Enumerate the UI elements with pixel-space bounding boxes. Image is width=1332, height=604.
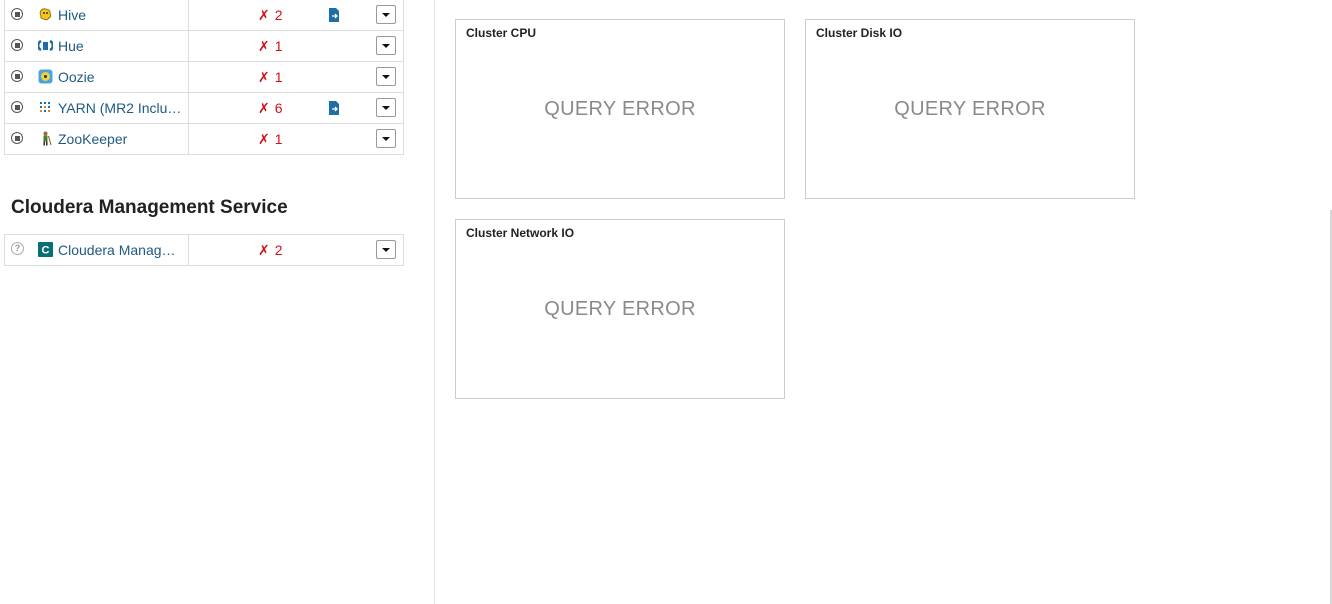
health-bad-icon: ✗ (258, 131, 270, 147)
health-bad-icon: ✗ (258, 7, 270, 23)
health-bad-icon: ✗ (258, 69, 270, 85)
table-row: Oozie ✗ 1 (5, 62, 403, 93)
hive-icon (38, 7, 53, 22)
chart-cluster-disk-io[interactable]: Cluster Disk IO QUERY ERROR (805, 19, 1135, 199)
stopped-status-icon (11, 39, 23, 51)
health-bad-icon: ✗ (258, 242, 270, 258)
table-row: Hive ✗ 2 (5, 0, 403, 31)
chart-title: Cluster Network IO (466, 226, 575, 240)
hue-icon (36, 38, 55, 53)
health-issues-zookeeper[interactable]: ✗ 1 (258, 131, 283, 148)
chart-title: Cluster CPU (466, 26, 537, 40)
service-actions-dropdown[interactable] (376, 36, 396, 55)
service-actions-dropdown[interactable] (376, 67, 396, 86)
table-row: YARN (MR2 Inclu… ✗ 6 (5, 93, 403, 124)
service-actions-dropdown[interactable] (376, 98, 396, 117)
oozie-icon (38, 69, 53, 84)
service-link-cloudera-management[interactable]: Cloudera Manag… (58, 242, 183, 259)
health-issues-hive[interactable]: ✗ 2 (258, 7, 283, 24)
yarn-icon (38, 100, 53, 115)
service-name-cell: Hue (5, 31, 189, 61)
config-alert-icon[interactable] (328, 101, 340, 115)
stopped-status-icon (11, 70, 23, 82)
management-services-table: ? C Cloudera Manag… ✗ 2 (4, 234, 404, 266)
cloudera-c-icon: C (38, 242, 53, 257)
service-name-cell: Hive (5, 0, 189, 30)
service-name-cell: ? C Cloudera Manag… (5, 235, 189, 265)
service-actions-dropdown[interactable] (376, 5, 396, 24)
health-issues-cloudera-management[interactable]: ✗ 2 (258, 242, 283, 259)
config-alert-icon[interactable] (328, 8, 340, 22)
health-issues-hue[interactable]: ✗ 1 (258, 38, 283, 55)
health-bad-icon: ✗ (258, 100, 270, 116)
zookeeper-icon (38, 131, 53, 146)
chart-title: Cluster Disk IO (816, 26, 903, 40)
services-table: Hive ✗ 2 Hue ✗ 1 Oozie ✗ 1 YARN (MR2 Inc… (4, 0, 404, 155)
stopped-status-icon (11, 101, 23, 113)
service-link-oozie[interactable]: Oozie (58, 69, 183, 86)
health-issues-yarn[interactable]: ✗ 6 (258, 100, 283, 117)
section-title: Cloudera Management Service (11, 197, 288, 218)
health-issues-oozie[interactable]: ✗ 1 (258, 69, 283, 86)
service-actions-dropdown[interactable] (376, 129, 396, 148)
table-row: ? C Cloudera Manag… ✗ 2 (5, 235, 403, 265)
service-name-cell: ZooKeeper (5, 124, 189, 154)
service-actions-dropdown[interactable] (376, 240, 396, 259)
chart-cluster-cpu[interactable]: Cluster CPU QUERY ERROR (455, 19, 785, 199)
stopped-status-icon (11, 132, 23, 144)
unknown-status-icon: ? (11, 242, 24, 255)
pane-divider (434, 0, 435, 604)
services-pane: Hive ✗ 2 Hue ✗ 1 Oozie ✗ 1 YARN (MR2 Inc… (0, 0, 434, 604)
service-link-yarn[interactable]: YARN (MR2 Inclu… (58, 100, 183, 117)
chart-error-message: QUERY ERROR (544, 298, 696, 320)
stopped-status-icon (11, 8, 23, 20)
service-link-zookeeper[interactable]: ZooKeeper (58, 131, 183, 148)
service-name-cell: YARN (MR2 Inclu… (5, 93, 189, 123)
chart-error-message: QUERY ERROR (544, 98, 696, 120)
table-row: Hue ✗ 1 (5, 31, 403, 62)
chart-error-message: QUERY ERROR (894, 98, 1046, 120)
service-link-hue[interactable]: Hue (58, 38, 183, 55)
svg-text:C: C (42, 245, 50, 257)
table-row: ZooKeeper ✗ 1 (5, 124, 403, 154)
service-link-hive[interactable]: Hive (58, 7, 183, 24)
health-bad-icon: ✗ (258, 38, 270, 54)
chart-cluster-network-io[interactable]: Cluster Network IO QUERY ERROR (455, 219, 785, 399)
service-name-cell: Oozie (5, 62, 189, 92)
